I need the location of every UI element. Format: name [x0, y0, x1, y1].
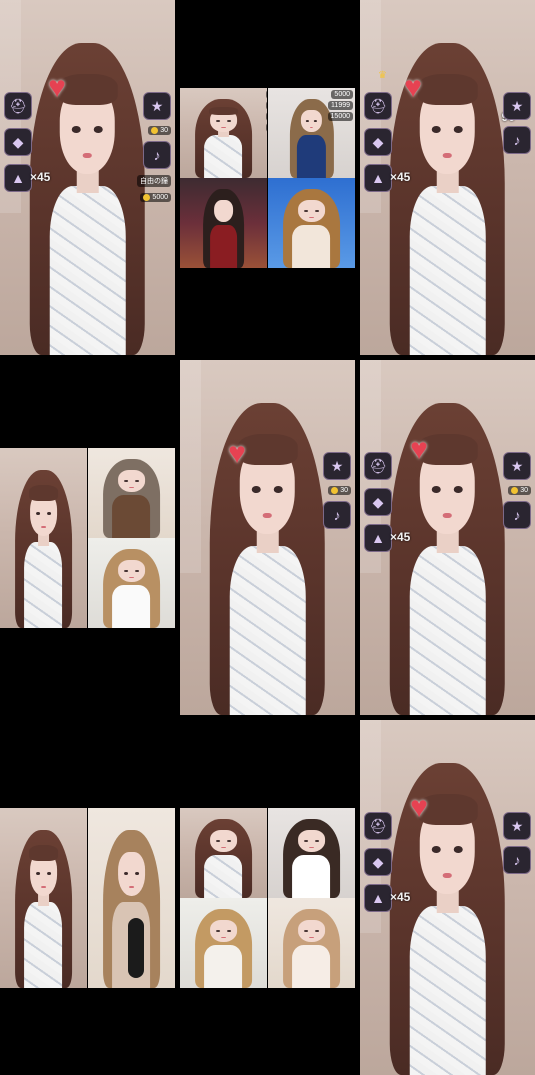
battle-feed: [88, 448, 175, 538]
crown-icon: ♛: [378, 70, 387, 81]
heart-icon: ♥: [48, 71, 66, 104]
medal-icon: ★: [503, 452, 531, 481]
video-feed: ♥ ★ 30 ♪: [180, 360, 355, 715]
medal-icon: ★: [503, 812, 531, 841]
battle-tile-2[interactable]: [0, 360, 175, 715]
medal-icon: ★: [143, 92, 171, 121]
stream-tile-2[interactable]: ♛ ♥ ⛑◆▲ ×45 90 ★♪: [360, 0, 535, 355]
bell-icon: ♪: [323, 501, 351, 530]
helmet-icon: ⛑: [364, 92, 392, 121]
battle-tile-4[interactable]: [180, 720, 355, 1075]
gift-column-left: ⛑ ◆ ▲: [4, 92, 32, 193]
battle-feed: [268, 808, 355, 898]
cap-icon: ◆: [4, 128, 32, 157]
battle-feed: [180, 88, 267, 178]
battle-feed: [0, 448, 87, 628]
heart-icon: ♥: [410, 433, 428, 466]
cap-icon: ◆: [364, 848, 392, 877]
video-feed: ♥ ⛑ ◆ ▲ ×45 ★ 30 ♪ 自由の鐘 5000: [0, 0, 175, 355]
score-column: 5000 11999 15000: [327, 90, 353, 121]
streamer: [19, 42, 156, 355]
cap-icon: ◆: [364, 488, 392, 517]
battle-feed: [268, 898, 355, 988]
stream-tile-4[interactable]: ♥ ⛑ ◆ ▲ ×45 ★ 30 ♪: [360, 360, 535, 715]
helmet-icon: ⛑: [364, 452, 392, 481]
combo-count: ×45: [30, 170, 51, 184]
heart-icon: ♥: [228, 437, 246, 470]
battle-feed: [268, 178, 355, 268]
battle-tile-3[interactable]: [0, 720, 175, 1075]
hat-icon: ▲: [364, 884, 392, 913]
battle-feed: [180, 898, 267, 988]
battle-feed: [180, 808, 267, 898]
medal-icon: ★: [323, 452, 351, 481]
hat-icon: ▲: [4, 164, 32, 193]
combo-count: ×45: [390, 890, 411, 904]
bell-icon: ♪: [503, 846, 531, 875]
stream-tile-5[interactable]: ♥ ⛑ ◆ ▲ ×45 ★ ♪: [360, 720, 535, 1075]
bell-icon: ♪: [143, 141, 171, 170]
battle-tile-1[interactable]: 10 299 1 899 5000 11999 15000: [180, 0, 355, 355]
helmet-icon: ⛑: [4, 92, 32, 121]
stream-tile-1[interactable]: ♥ ⛑ ◆ ▲ ×45 ★ 30 ♪ 自由の鐘 5000: [0, 0, 175, 355]
microphone-icon: [128, 918, 144, 978]
heart-icon: ♥: [410, 791, 428, 824]
battle-feed: [88, 808, 175, 988]
gift-badge: 5000: [140, 193, 171, 203]
medal-icon: ★: [503, 92, 531, 121]
hat-icon: ▲: [364, 524, 392, 553]
cap-icon: ◆: [364, 128, 392, 157]
gift-column-right: ★ 30 ♪ 自由の鐘 5000: [137, 92, 171, 203]
combo-count: ×45: [390, 530, 411, 544]
gift-badge: 30: [148, 126, 171, 136]
combo-count: ×45: [390, 170, 411, 184]
battle-feed: [180, 178, 267, 268]
helmet-icon: ⛑: [364, 812, 392, 841]
battle-feed: [88, 538, 175, 628]
battle-feed: 5000 11999 15000: [268, 88, 355, 178]
gift-label: 自由の鐘: [137, 175, 171, 188]
stream-tile-3[interactable]: ♥ ★ 30 ♪: [180, 360, 355, 715]
bell-icon: ♪: [503, 126, 531, 155]
bell-icon: ♪: [503, 501, 531, 530]
battle-feed: [0, 808, 87, 988]
heart-icon: ♥: [404, 71, 422, 104]
video-feed: ♛ ♥ ⛑◆▲ ×45 90 ★♪: [360, 0, 535, 355]
video-feed: ♥ ⛑ ◆ ▲ ×45 ★ ♪: [360, 720, 535, 1075]
video-feed: ♥ ⛑ ◆ ▲ ×45 ★ 30 ♪: [360, 360, 535, 715]
hat-icon: ▲: [364, 164, 392, 193]
